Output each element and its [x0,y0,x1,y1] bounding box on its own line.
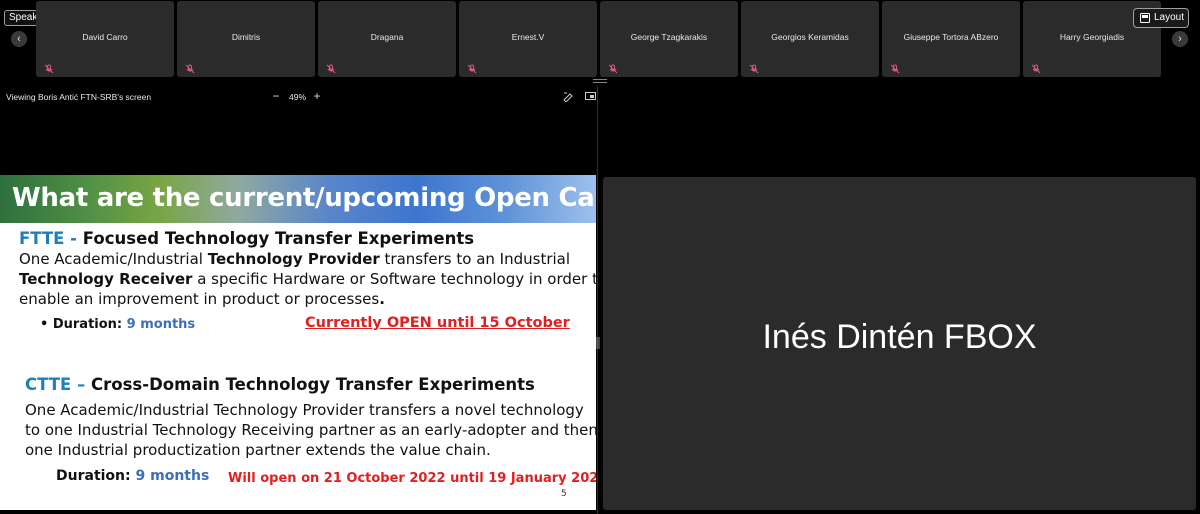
zoom-in-button[interactable]: + [312,89,322,103]
ftte-acronym: FTTE - [19,229,78,248]
zoom-level: 49% [289,92,307,102]
ftte-text-line: Technology Receiver a specific Hardware … [19,270,596,288]
zoom-out-button[interactable]: − [271,89,281,103]
chevron-left-icon: ‹ [17,33,21,45]
slide-page-number: 5 [561,489,567,499]
layout-label: Layout [1154,12,1185,23]
duration-value: 9 months [135,468,210,484]
text-run-bold: Technology Provider [207,250,380,268]
participant-name: Ernest.V [511,32,545,42]
mic-muted-icon [1031,64,1041,74]
viewing-screen-label: Viewing Boris Antić FTN-SRB's screen [6,92,152,102]
text-run: transfers to an Industrial [379,250,571,268]
pop-out-icon[interactable] [585,91,596,102]
participant-tile[interactable]: David Carro [36,1,174,77]
bullet: • [40,317,49,332]
ctte-heading: CTTE – Cross-Domain Technology Transfer … [25,375,535,394]
layout-icon [1140,13,1150,23]
participant-name: Giuseppe Tortora ABzero [903,32,999,42]
active-speaker-name: Inés Dintén FBOX [762,318,1037,356]
text-run: One Academic/Industrial [19,250,208,268]
text-run-bold: Technology Receiver [19,270,193,288]
ftte-heading: FTTE - Focused Technology Transfer Exper… [19,229,474,248]
mic-muted-icon [185,64,195,74]
ftte-name: Focused Technology Transfer Experiments [82,229,475,248]
scroll-left-button[interactable]: ‹ [11,31,27,47]
duration-label: Duration: [52,317,127,332]
mic-muted-icon [326,64,336,74]
text-run: a specific Hardware or Software technolo… [192,270,596,288]
scroll-right-button[interactable]: › [1172,31,1188,47]
participant-name: Georgios Keramidas [771,32,849,42]
ctte-status: Will open on 21 October 2022 until 19 Ja… [228,471,596,486]
split-handle-icon[interactable] [596,337,600,349]
annotate-icon[interactable] [563,91,574,102]
ftte-text-line: One Academic/Industrial Technology Provi… [19,250,570,268]
participant-name: Dragana [370,32,404,42]
resize-handle-icon[interactable] [593,78,607,84]
ctte-name: Cross-Domain Technology Transfer Experim… [91,375,535,394]
duration-label: Duration: [56,468,136,484]
duration-value: 9 months [126,317,196,332]
panel-divider [597,86,598,514]
ctte-text-line: to one Industrial Technology Receiving p… [25,421,596,439]
ctte-text-line: one Industrial productization partner ex… [25,441,491,459]
ctte-acronym: CTTE – [25,375,86,394]
mic-muted-icon [749,64,759,74]
layout-button[interactable]: Layout [1133,8,1189,28]
mic-muted-icon [608,64,618,74]
participant-name: Dimitris [231,32,261,42]
participant-tile[interactable]: Giuseppe Tortora ABzero [882,1,1020,77]
mic-muted-icon [44,64,54,74]
participant-tile[interactable]: Georgios Keramidas [741,1,879,77]
ctte-duration: Duration: 9 months [56,468,209,484]
ctte-text-line: One Academic/Industrial Technology Provi… [25,401,584,419]
mic-muted-icon [467,64,477,74]
text-run-bold: . [379,290,385,308]
mic-muted-icon [890,64,900,74]
participant-name: George Tzagkarakis [630,32,708,42]
participant-tile[interactable]: Dragana [318,1,456,77]
text-run: enable an improvement in product or proc… [19,290,380,308]
chevron-right-icon: › [1178,33,1182,45]
participant-tile[interactable]: Ernest.V [459,1,597,77]
ftte-duration: • Duration: 9 months [40,317,195,332]
shared-slide: What are the current/upcoming Open Calls… [0,175,596,510]
participant-name: Harry Georgiadis [1059,32,1125,42]
active-speaker-panel[interactable]: Inés Dintén FBOX [603,177,1196,510]
participant-name: David Carro [82,32,128,42]
ftte-status: Currently OPEN until 15 October [305,315,570,331]
participant-tile[interactable]: George Tzagkarakis [600,1,738,77]
slide-title: What are the current/upcoming Open Calls… [12,183,596,213]
participant-tile[interactable]: Dimitris [177,1,315,77]
ftte-text-line: enable an improvement in product or proc… [19,290,385,308]
slide-header: What are the current/upcoming Open Calls… [0,175,596,223]
